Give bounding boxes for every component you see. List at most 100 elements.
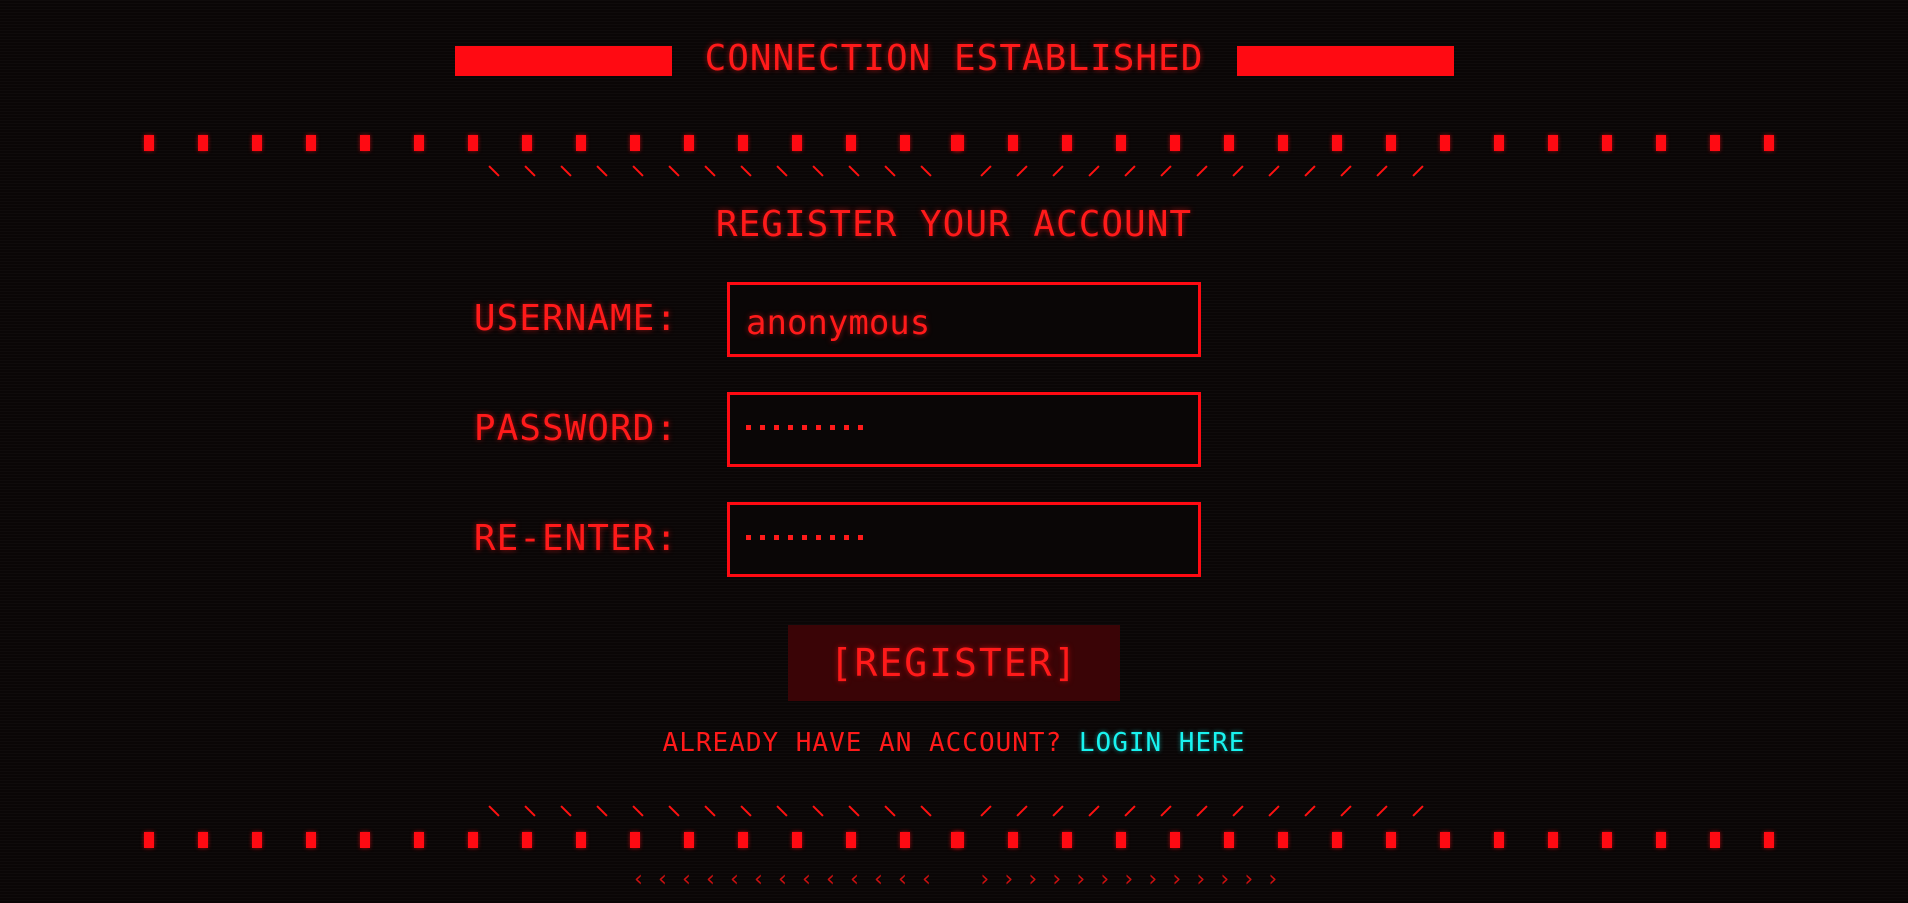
decorative-chevron-left: ‹ xyxy=(896,867,910,892)
decorative-backslash xyxy=(524,805,536,817)
decorative-slash xyxy=(1412,165,1424,177)
decorative-dash xyxy=(306,135,316,151)
decorative-dash xyxy=(1548,135,1558,151)
decorative-dash xyxy=(1116,135,1126,151)
mask-dot xyxy=(816,535,821,540)
decorative-slash xyxy=(1232,805,1244,817)
decorative-backslash xyxy=(632,165,644,177)
decorative-dash xyxy=(144,832,154,848)
mask-dot xyxy=(844,535,849,540)
decorative-dash xyxy=(576,135,586,151)
mask-dot xyxy=(760,425,765,430)
header-bar-right xyxy=(1237,46,1454,76)
decorative-dash xyxy=(1332,135,1342,151)
decorative-dash xyxy=(1278,135,1288,151)
decorative-chevron-right: › xyxy=(1074,867,1088,892)
decorative-slash xyxy=(1196,805,1208,817)
decorative-slash xyxy=(1196,165,1208,177)
decorative-dash xyxy=(1440,832,1450,848)
decorative-dash xyxy=(684,832,694,848)
reenter-password-input[interactable] xyxy=(727,502,1201,577)
mask-dot xyxy=(746,425,751,430)
decorative-slash xyxy=(1340,165,1352,177)
decorative-backslash xyxy=(920,165,932,177)
decorative-dash xyxy=(360,135,370,151)
decorative-slash xyxy=(1088,805,1100,817)
decorative-chevron-right: › xyxy=(1122,867,1136,892)
decorative-chevron-right: › xyxy=(978,867,992,892)
decorative-dash xyxy=(144,135,154,151)
password-masked-value xyxy=(746,425,863,430)
login-prompt-text: ALREADY HAVE AN ACCOUNT? xyxy=(662,728,1063,758)
decorative-dash xyxy=(792,135,802,151)
form-title: REGISTER YOUR ACCOUNT xyxy=(715,204,1193,245)
decorative-slash xyxy=(1412,805,1424,817)
decorative-backslash xyxy=(740,805,752,817)
decorative-chevron-left: ‹ xyxy=(776,867,790,892)
decorative-dash xyxy=(951,135,961,151)
decorative-slash xyxy=(1160,165,1172,177)
decorative-dash xyxy=(846,135,856,151)
decorative-dash xyxy=(1710,135,1720,151)
register-button[interactable]: [REGISTER] xyxy=(788,625,1120,701)
reenter-masked-value xyxy=(746,535,863,540)
decorative-backslash xyxy=(668,165,680,177)
login-link[interactable]: LOGIN HERE xyxy=(1079,728,1246,758)
decorative-chevron-right: › xyxy=(1146,867,1160,892)
mask-dot xyxy=(816,425,821,430)
decorative-chevron-right: › xyxy=(1098,867,1112,892)
decorative-backslash xyxy=(488,165,500,177)
decorative-slash xyxy=(1232,165,1244,177)
decorative-chevron-left: ‹ xyxy=(848,867,862,892)
decorative-slash xyxy=(1160,805,1172,817)
decorative-dash xyxy=(414,135,424,151)
header-bar-left xyxy=(455,46,672,76)
decorative-backslash xyxy=(812,165,824,177)
mask-dot xyxy=(858,425,863,430)
decorative-dash xyxy=(1656,135,1666,151)
decorative-dash xyxy=(900,832,910,848)
decorative-dash xyxy=(360,832,370,848)
username-input[interactable]: anonymous xyxy=(727,282,1201,357)
decorative-slash-row-bottom xyxy=(0,804,1908,824)
decorative-backslash xyxy=(668,805,680,817)
decorative-slash xyxy=(1016,165,1028,177)
decorative-dash-row-top xyxy=(0,135,1908,151)
decorative-dash-row-bottom xyxy=(0,832,1908,848)
mask-dot xyxy=(830,425,835,430)
decorative-slash xyxy=(1376,165,1388,177)
decorative-dash xyxy=(1224,135,1234,151)
decorative-chevron-right: › xyxy=(1194,867,1208,892)
decorative-slash xyxy=(1304,805,1316,817)
decorative-slash xyxy=(1124,165,1136,177)
decorative-backslash xyxy=(776,165,788,177)
decorative-backslash xyxy=(776,805,788,817)
decorative-dash xyxy=(1764,135,1774,151)
decorative-backslash xyxy=(812,805,824,817)
decorative-backslash xyxy=(596,805,608,817)
decorative-backslash xyxy=(704,805,716,817)
decorative-dash xyxy=(792,832,802,848)
decorative-dash xyxy=(1602,832,1612,848)
decorative-chevron-left: ‹ xyxy=(800,867,814,892)
decorative-slash xyxy=(1304,165,1316,177)
decorative-dash xyxy=(1386,135,1396,151)
decorative-dash xyxy=(1494,135,1504,151)
decorative-dash xyxy=(1386,832,1396,848)
password-input[interactable] xyxy=(727,392,1201,467)
decorative-dash xyxy=(1278,832,1288,848)
decorative-slash xyxy=(1016,805,1028,817)
decorative-dash xyxy=(306,832,316,848)
decorative-chevron-left: ‹ xyxy=(680,867,694,892)
decorative-chevron-right: › xyxy=(1218,867,1232,892)
decorative-chevron-right: › xyxy=(1050,867,1064,892)
decorative-dash xyxy=(1116,832,1126,848)
decorative-dash xyxy=(198,135,208,151)
username-label: USERNAME: xyxy=(473,298,678,339)
decorative-dash xyxy=(1062,135,1072,151)
decorative-chevron-left: ‹ xyxy=(728,867,742,892)
decorative-backslash xyxy=(560,165,572,177)
mask-dot xyxy=(774,425,779,430)
decorative-chevron-left: ‹ xyxy=(704,867,718,892)
decorative-dash xyxy=(468,832,478,848)
